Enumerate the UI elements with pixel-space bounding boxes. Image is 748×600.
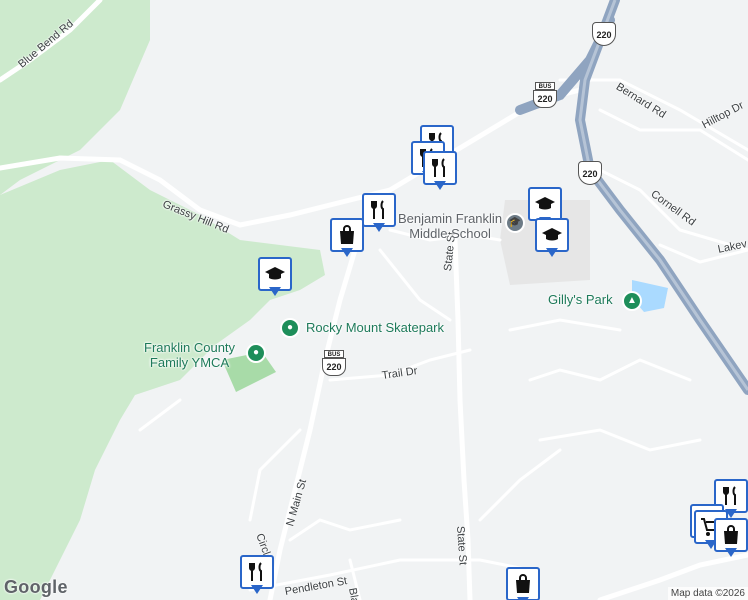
google-logo[interactable]: Google [4, 577, 68, 598]
place-label-middle-school[interactable]: Benjamin Franklin Middle School [398, 211, 502, 241]
graduation-cap-icon [535, 197, 555, 210]
restaurant-marker[interactable] [423, 151, 457, 193]
school-poi-icon[interactable]: 🎓 [505, 213, 525, 233]
park-poi-icon[interactable]: ▲ [622, 291, 642, 311]
shopping-bag-icon [516, 574, 530, 593]
shopping-marker[interactable] [506, 567, 540, 600]
forest-area-west [0, 160, 325, 600]
fork-knife-icon [432, 158, 445, 177]
us-220-bus-shield-north: BUS 220 [533, 82, 557, 108]
shopping-bag-icon [724, 525, 738, 544]
us-220-shield-east: 220 [578, 161, 602, 187]
school-marker[interactable] [535, 218, 569, 260]
place-label-ymca[interactable]: Franklin County Family YMCA [144, 340, 235, 370]
skatepark-poi-icon[interactable]: ● [280, 318, 300, 338]
graduation-cap-icon [542, 228, 562, 241]
us-220-shield-north: 220 [592, 22, 616, 48]
restaurant-marker[interactable] [240, 555, 274, 597]
ymca-poi-icon[interactable]: ● [246, 343, 266, 363]
school-marker[interactable] [258, 257, 292, 299]
shopping-marker[interactable] [714, 518, 748, 560]
map-canvas[interactable]: Blue Bend Rd Grassy Hill Rd Bernard Rd H… [0, 0, 748, 600]
shopping-marker[interactable] [330, 218, 364, 260]
restaurant-marker[interactable] [362, 193, 396, 235]
place-label-skatepark[interactable]: Rocky Mount Skatepark [306, 320, 444, 335]
shopping-bag-icon [340, 225, 354, 244]
map-attribution[interactable]: Map data ©2026 [667, 587, 748, 600]
us-220-bus-shield-south: BUS 220 [322, 350, 346, 376]
fork-knife-icon [371, 200, 384, 219]
place-label-gillys-park[interactable]: Gilly's Park [548, 292, 613, 307]
graduation-cap-icon [265, 267, 285, 280]
fork-knife-icon [249, 562, 262, 581]
